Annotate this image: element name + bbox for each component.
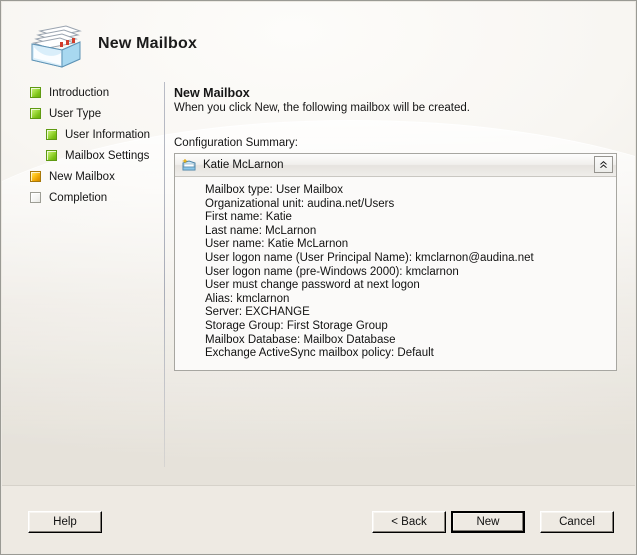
new-mailbox-icon — [181, 158, 197, 172]
main-content: New Mailbox When you click New, the foll… — [174, 86, 622, 371]
status-square-empty-icon — [30, 192, 41, 203]
configuration-summary-label: Configuration Summary: — [174, 137, 298, 149]
new-mailbox-wizard-window: New Mailbox Introduction User Type User … — [0, 0, 637, 555]
summary-detail-line: User logon name (User Principal Name): k… — [205, 251, 534, 264]
summary-detail-line: Organizational unit: audina.net/Users — [205, 197, 395, 210]
status-square-green-icon — [30, 87, 41, 98]
status-square-green-icon — [30, 108, 41, 119]
cancel-button[interactable]: Cancel — [540, 511, 614, 533]
new-button[interactable]: New — [451, 511, 525, 533]
summary-header-row[interactable]: Katie McLarnon — [175, 154, 616, 177]
sidebar-item-label: User Type — [49, 107, 102, 120]
sidebar-item-label: Introduction — [49, 86, 110, 99]
summary-detail-line: Server: EXCHANGE — [205, 306, 310, 319]
sidebar-item-completion[interactable]: Completion — [2, 187, 164, 208]
help-button[interactable]: Help — [28, 511, 102, 533]
sidebar-item-user-type[interactable]: User Type — [2, 103, 164, 124]
sidebar-item-new-mailbox[interactable]: New Mailbox — [2, 166, 164, 187]
sidebar-item-label: Mailbox Settings — [65, 149, 150, 162]
status-square-orange-icon — [30, 171, 41, 182]
summary-detail-line: User logon name (pre-Windows 2000): kmcl… — [205, 265, 459, 278]
main-subtext: When you click New, the following mailbo… — [174, 102, 470, 114]
chevron-double-up-icon[interactable] — [594, 156, 613, 173]
sidebar-item-introduction[interactable]: Introduction — [2, 82, 164, 103]
configuration-summary-box: Katie McLarnon Mailbox type: User Mailbo… — [174, 153, 617, 371]
sidebar-divider — [164, 82, 165, 467]
summary-detail-line: Mailbox Database: Mailbox Database — [205, 333, 396, 346]
sidebar-item-label: Completion — [49, 191, 108, 204]
summary-detail-line: Storage Group: First Storage Group — [205, 319, 388, 332]
summary-detail-line: Exchange ActiveSync mailbox policy: Defa… — [205, 347, 434, 360]
mailbox-tray-icon — [22, 22, 86, 70]
sidebar-item-label: User Information — [65, 128, 151, 141]
back-button[interactable]: < Back — [372, 511, 446, 533]
status-square-green-icon — [46, 150, 57, 161]
summary-detail-line: User name: Katie McLarnon — [205, 238, 349, 251]
summary-detail-line: First name: Katie — [205, 211, 292, 224]
wizard-footer: Help < Back New Cancel — [2, 485, 635, 553]
summary-header-title: Katie McLarnon — [203, 159, 284, 171]
page-title: New Mailbox — [98, 35, 198, 52]
summary-detail-line: Mailbox type: User Mailbox — [205, 184, 344, 196]
wizard-body: New Mailbox Introduction User Type User … — [2, 2, 635, 488]
wizard-header: New Mailbox — [2, 2, 635, 74]
sidebar-item-mailbox-settings[interactable]: Mailbox Settings — [2, 145, 164, 166]
summary-detail-line: Last name: McLarnon — [205, 224, 317, 237]
sidebar-item-user-information[interactable]: User Information — [2, 124, 164, 145]
main-heading: New Mailbox — [174, 86, 250, 100]
status-square-green-icon — [46, 129, 57, 140]
summary-details-list: Mailbox type: User Mailbox Organizationa… — [175, 177, 616, 370]
summary-detail-line: Alias: kmclarnon — [205, 292, 290, 305]
sidebar-item-label: New Mailbox — [49, 170, 115, 183]
summary-detail-line: User must change password at next logon — [205, 279, 420, 292]
wizard-steps-sidebar: Introduction User Type User Information … — [2, 82, 164, 482]
